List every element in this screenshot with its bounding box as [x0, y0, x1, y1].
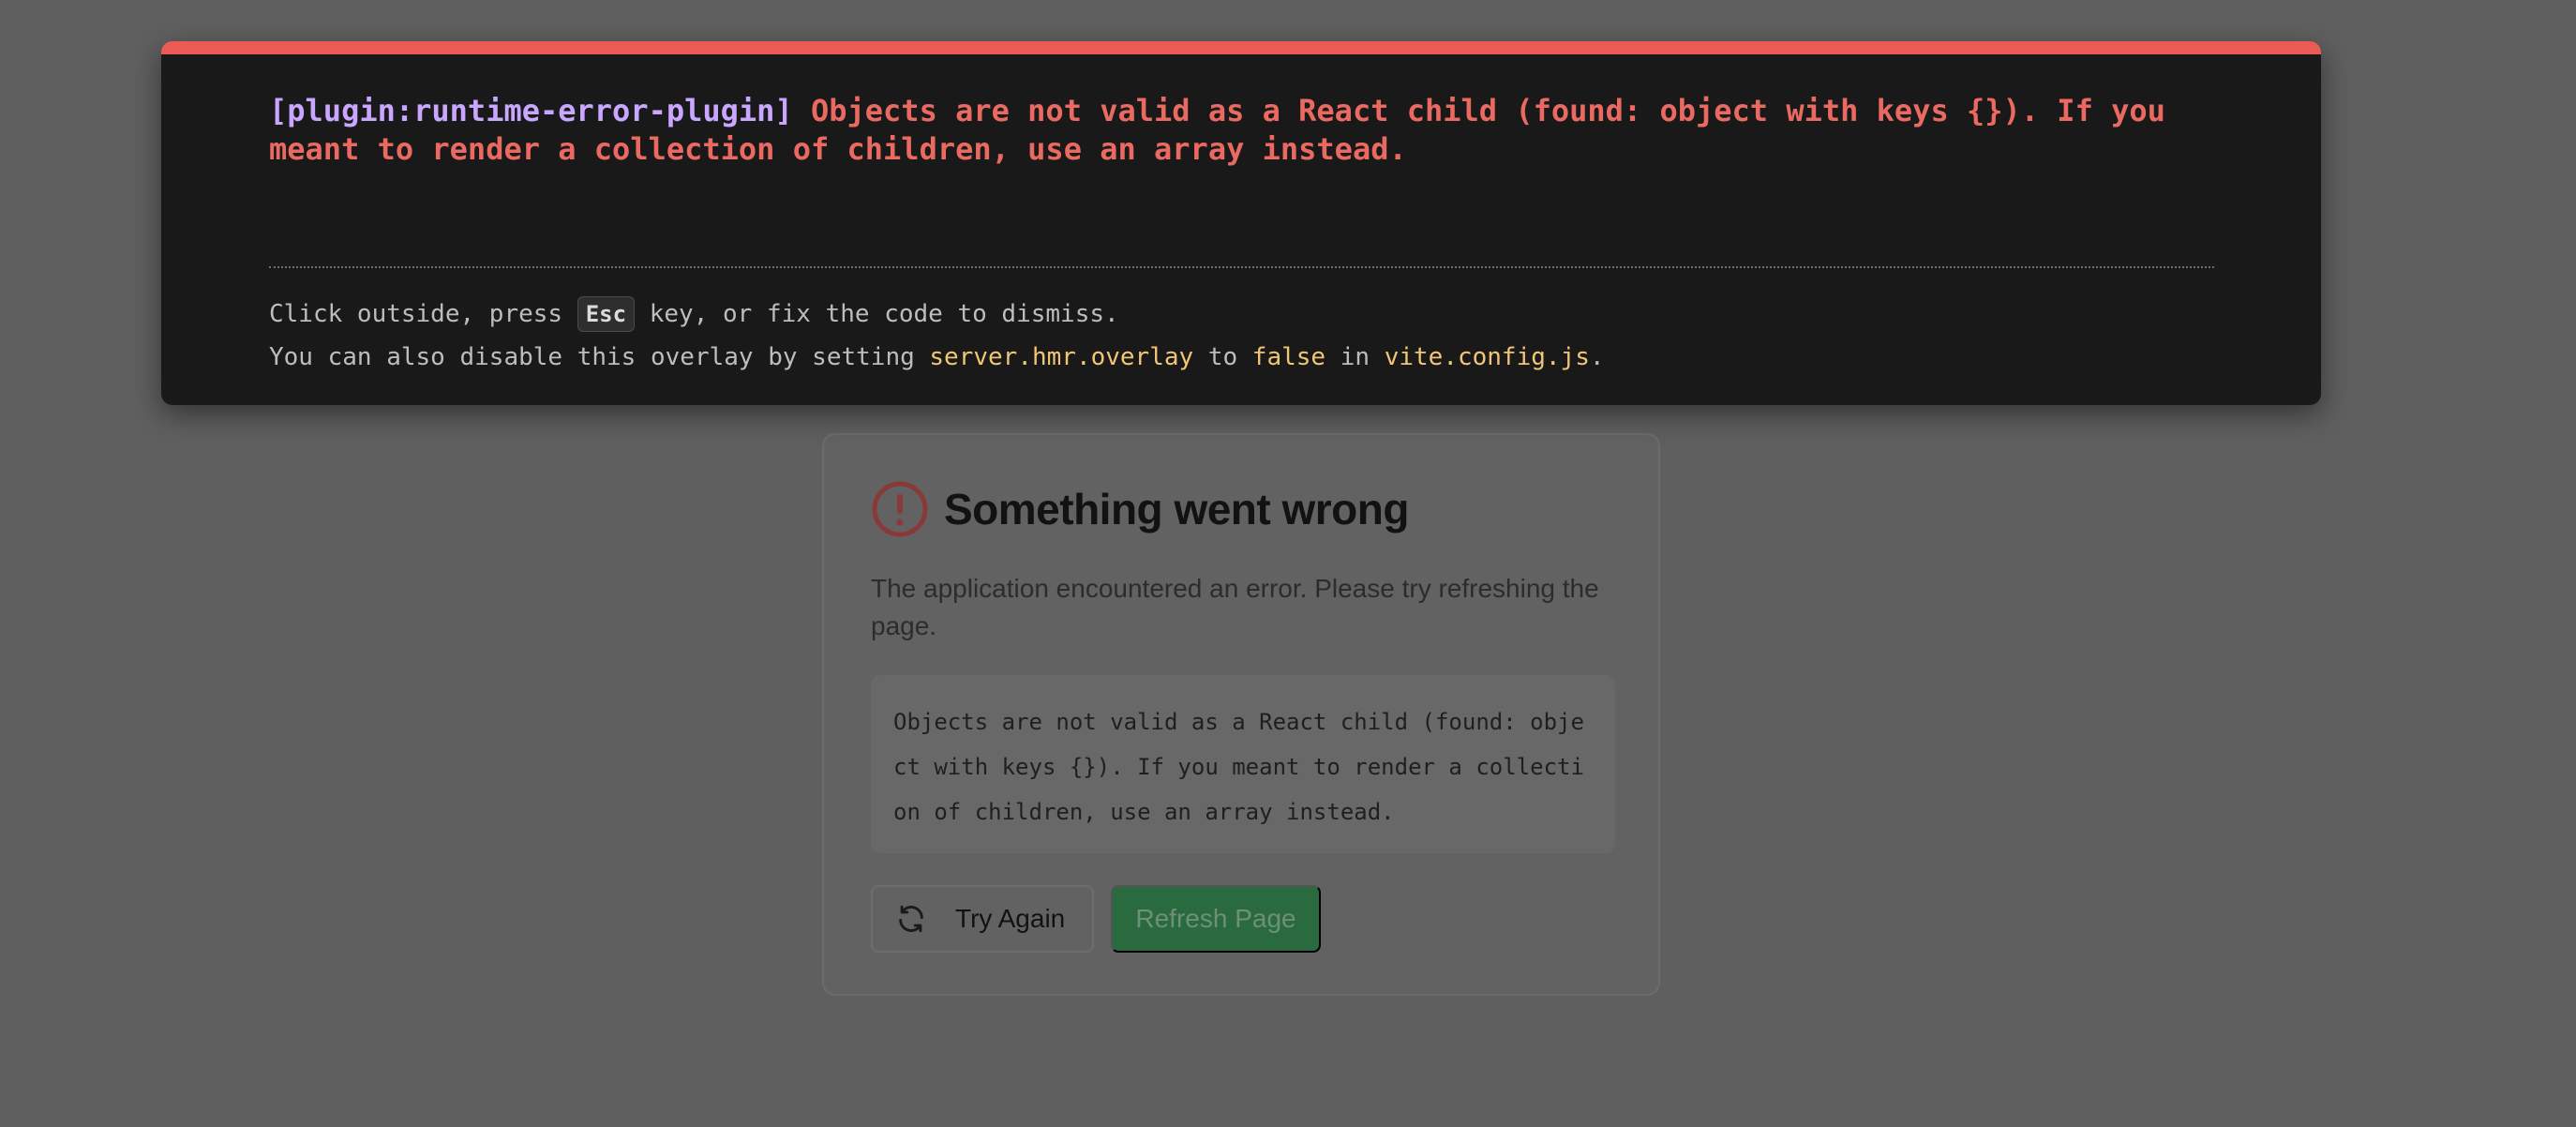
overlay-divider — [269, 266, 2214, 268]
refresh-page-label: Refresh Page — [1135, 904, 1296, 933]
error-details-box: Objects are not valid as a React child (… — [871, 675, 1615, 853]
disable-overlay-tip: You can also disable this overlay by set… — [269, 340, 2219, 374]
disable-tip-to: to — [1193, 343, 1252, 371]
dismiss-tip-text: Click outside, press — [269, 300, 577, 328]
dismiss-tip: Click outside, press Esc key, or fix the… — [269, 296, 2219, 332]
false-value-code: false — [1251, 343, 1326, 371]
overlay-error-message: [plugin:runtime-error-plugin] Objects ar… — [269, 92, 2219, 169]
refresh-icon — [895, 903, 927, 935]
try-again-label: Try Again — [955, 904, 1066, 933]
esc-key-badge: Esc — [577, 296, 636, 332]
config-key-code: server.hmr.overlay — [929, 343, 1194, 371]
card-title: Something went wrong — [944, 485, 1409, 533]
disable-tip-text: You can also disable this overlay by set… — [269, 343, 930, 371]
disable-tip-period: . — [1589, 343, 1605, 371]
card-description: The application encountered an error. Pl… — [871, 574, 1599, 640]
dismiss-tip-text-end: key, or fix the code to dismiss. — [635, 300, 1119, 328]
try-again-button[interactable]: Try Again — [871, 885, 1094, 953]
error-details-text: Objects are not valid as a React child (… — [893, 709, 1584, 825]
card-header: Something went wrong — [871, 480, 1409, 538]
vite-error-overlay[interactable]: [plugin:runtime-error-plugin] Objects ar… — [161, 41, 2321, 405]
config-file-code: vite.config.js — [1384, 343, 1590, 371]
error-boundary-card: Something went wrong The application enc… — [822, 433, 1660, 996]
plugin-tag: [plugin:runtime-error-plugin] — [269, 93, 793, 128]
refresh-page-button[interactable]: Refresh Page — [1111, 885, 1321, 953]
action-buttons: Try Again Refresh Page — [871, 885, 1321, 953]
disable-tip-in: in — [1325, 343, 1385, 371]
alert-circle-icon — [871, 480, 929, 538]
